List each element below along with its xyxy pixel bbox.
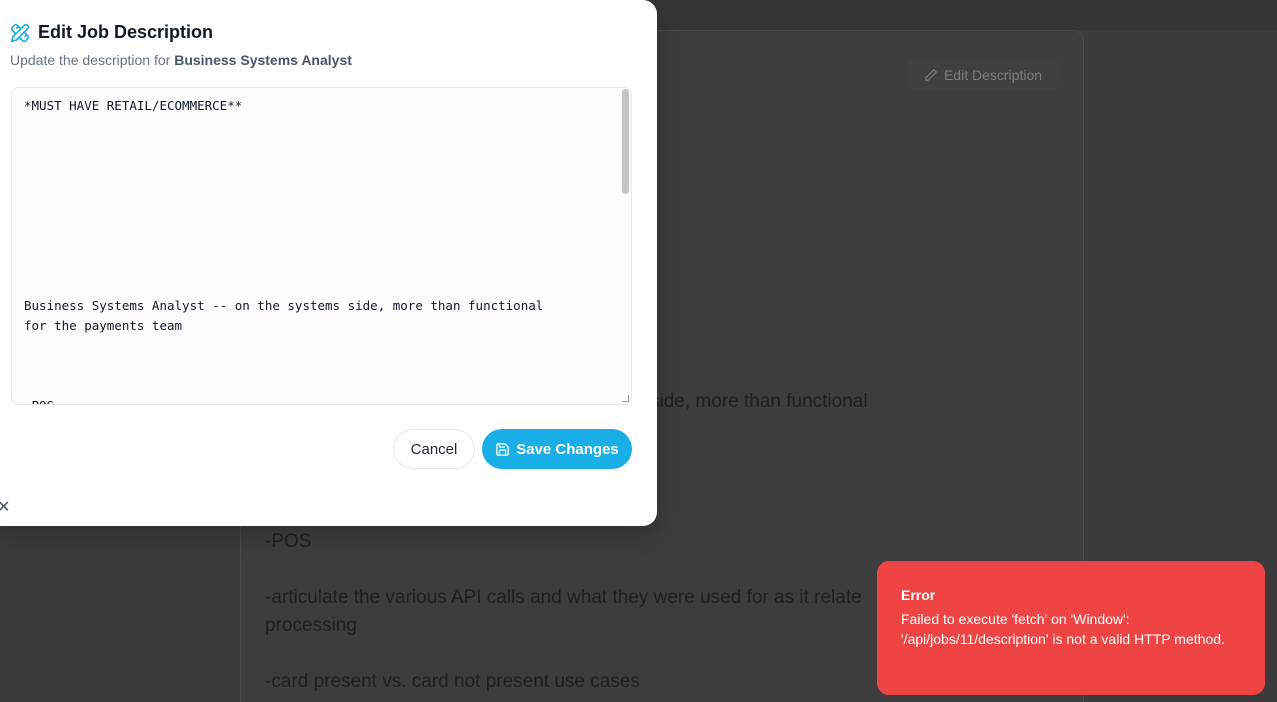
resize-handle[interactable]	[622, 395, 629, 402]
pencil-ruler-icon	[10, 23, 30, 42]
background-line: side, more than functional	[650, 391, 868, 412]
dialog-title: Edit Job Description	[38, 22, 214, 42]
cancel-button[interactable]: Cancel	[393, 429, 475, 469]
toast-message: Failed to execute 'fetch' on 'Window': '…	[901, 611, 1225, 647]
textarea-scrollbar[interactable]	[621, 89, 630, 403]
save-label: Save Changes	[516, 440, 619, 458]
edit-description-label: Edit Description	[943, 67, 1043, 83]
background-line: -articulate the various API calls and wh…	[265, 587, 862, 608]
dialog-subtitle: Update the description for Business Syst…	[10, 52, 352, 68]
job-title: Business Systems Analyst	[174, 52, 352, 68]
dialog-header: Edit Job Description	[10, 22, 213, 43]
toast-title: Error	[901, 587, 936, 603]
background-line: -card present vs. card not present use c…	[265, 671, 640, 692]
cancel-label: Cancel	[410, 440, 458, 458]
save-changes-button[interactable]: Save Changes	[482, 429, 632, 469]
save-icon	[496, 442, 509, 456]
description-text: *MUST HAVE RETAIL/ECOMMERCE** Business S…	[24, 98, 544, 404]
edit-job-description-dialog: Edit Job Description Update the descript…	[0, 0, 657, 526]
edit-description-button[interactable]: Edit Description	[906, 60, 1060, 90]
close-icon[interactable]: ✕	[0, 500, 13, 516]
error-toast: Error Failed to execute 'fetch' on 'Wind…	[877, 561, 1265, 695]
background-line: -POS	[265, 531, 312, 552]
subtitle-prefix: Update the description for	[10, 52, 175, 68]
background-line: processing	[265, 615, 357, 636]
scrollbar-thumb[interactable]	[622, 89, 629, 194]
pencil-icon	[925, 69, 937, 81]
description-textarea[interactable]: *MUST HAVE RETAIL/ECOMMERCE** Business S…	[11, 87, 632, 405]
